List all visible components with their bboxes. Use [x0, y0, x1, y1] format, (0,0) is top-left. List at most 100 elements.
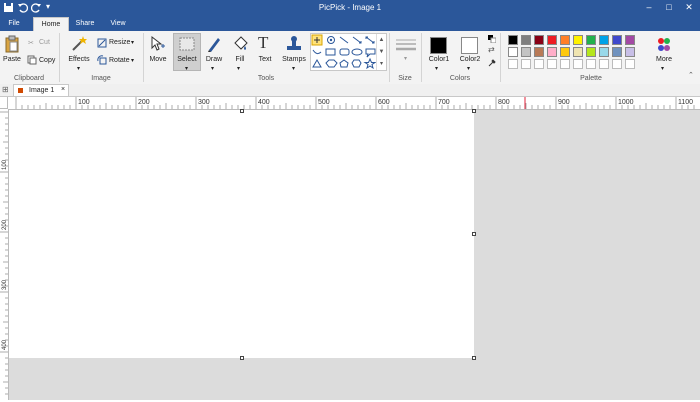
text-button[interactable]: Text — [254, 56, 276, 63]
copy-button[interactable]: Copy — [39, 57, 55, 64]
move-button[interactable]: Move — [146, 56, 170, 63]
stamps-button[interactable]: Stamps — [280, 56, 308, 63]
palette-swatch[interactable] — [586, 59, 596, 69]
paste-icon[interactable] — [4, 35, 20, 53]
close-button[interactable]: ✕ — [680, 0, 698, 16]
palette-swatch[interactable] — [612, 35, 622, 45]
ruler-tick-label: 700 — [438, 99, 450, 106]
fill-button[interactable]: Fill — [229, 56, 251, 63]
palette-swatch[interactable] — [625, 47, 635, 57]
ruler-tick-label: 400 — [2, 339, 8, 350]
palette-swatch[interactable] — [521, 35, 531, 45]
cut-button[interactable]: Cut — [39, 39, 50, 46]
rotate-icon — [97, 55, 107, 65]
size-dropdown-icon[interactable]: ▾ — [404, 55, 407, 62]
collapse-ribbon-icon[interactable]: ⌃ — [688, 71, 694, 79]
resize-handle-bottom[interactable] — [240, 356, 244, 360]
resize-icon — [97, 38, 107, 48]
palette-swatch[interactable] — [547, 47, 557, 57]
resize-handle-top-right[interactable] — [472, 109, 476, 113]
palette-swatch[interactable] — [534, 59, 544, 69]
document-tab-image1[interactable]: Image 1 × — [13, 84, 69, 96]
stamps-dropdown-icon: ▾ — [292, 66, 296, 72]
palette-swatch[interactable] — [508, 47, 518, 57]
resize-handle-right[interactable] — [472, 232, 476, 236]
effects-button[interactable]: Effects — [66, 56, 92, 63]
palette-swatch[interactable] — [573, 59, 583, 69]
palette-swatch[interactable] — [625, 35, 635, 45]
palette-swatch[interactable] — [586, 47, 596, 57]
shapes-gallery[interactable]: ▲ ▼ ▾ — [310, 33, 387, 71]
maximize-button[interactable]: □ — [660, 0, 678, 16]
palette-swatch[interactable] — [573, 35, 583, 45]
draw-button[interactable]: Draw — [203, 56, 225, 63]
color1-swatch[interactable] — [430, 37, 447, 54]
palette-swatch[interactable] — [599, 47, 609, 57]
ruler-tick-label: 600 — [378, 99, 390, 106]
tab-share[interactable]: Share — [70, 17, 100, 31]
ruler-tick-label: 300 — [2, 279, 8, 290]
select-dropdown-icon: ▾ — [185, 66, 189, 72]
palette-swatch[interactable] — [599, 35, 609, 45]
ribbon: Paste ✂ Cut Copy Clipboard Effects ▾ Res… — [0, 31, 700, 85]
stamps-icon[interactable] — [285, 35, 303, 53]
rotate-dropdown-icon[interactable]: ▾ — [131, 57, 134, 64]
palette-swatch[interactable] — [560, 35, 570, 45]
move-icon[interactable] — [150, 35, 166, 53]
text-icon[interactable]: T — [258, 33, 268, 53]
resize-dropdown-icon[interactable]: ▾ — [131, 39, 134, 46]
default-colors-icon[interactable] — [488, 35, 496, 43]
tab-file[interactable]: File — [2, 17, 26, 31]
more-colors-button[interactable]: More — [652, 56, 676, 63]
horizontal-ruler: 100 200 300 400 500 600 700 800 900 1000 1100 — [8, 97, 700, 110]
palette-swatch[interactable] — [586, 35, 596, 45]
color2-button[interactable]: Color2 — [456, 56, 484, 63]
ruler-tick-label: 1100 — [678, 99, 693, 106]
more-colors-icon[interactable] — [655, 36, 673, 54]
palette-swatch[interactable] — [560, 47, 570, 57]
color-picker-icon[interactable] — [488, 58, 496, 67]
minimize-button[interactable]: – — [640, 0, 658, 16]
effects-dropdown-icon: ▾ — [77, 66, 81, 72]
colors-group-label: Colors — [449, 75, 471, 82]
palette-swatch[interactable] — [521, 47, 531, 57]
palette-swatch[interactable] — [508, 59, 518, 69]
rotate-button[interactable]: Rotate — [109, 57, 130, 64]
resize-button[interactable]: Resize — [109, 39, 130, 46]
fill-icon[interactable] — [231, 35, 249, 53]
color1-button[interactable]: Color1 — [425, 56, 453, 63]
shapes-scroll[interactable]: ▲ ▼ ▾ — [376, 34, 386, 70]
resize-handle-top[interactable] — [240, 109, 244, 113]
select-button[interactable]: Select — [173, 56, 201, 63]
palette-swatch[interactable] — [612, 47, 622, 57]
palette-swatch[interactable] — [573, 47, 583, 57]
effects-icon[interactable] — [70, 35, 88, 53]
select-icon[interactable] — [179, 37, 195, 51]
palette-swatch[interactable] — [534, 47, 544, 57]
resize-handle-bottom-right[interactable] — [472, 356, 476, 360]
palette-swatch[interactable] — [599, 59, 609, 69]
color1-dropdown-icon: ▾ — [435, 66, 439, 72]
tab-view[interactable]: View — [103, 17, 133, 31]
palette-swatch[interactable] — [625, 59, 635, 69]
size-icon[interactable] — [396, 38, 416, 52]
copy-icon — [27, 55, 37, 65]
paste-button[interactable]: Paste — [2, 56, 22, 63]
swap-colors-icon[interactable]: ⇄ — [488, 45, 495, 54]
palette-swatch[interactable] — [547, 59, 557, 69]
palette-swatch[interactable] — [547, 35, 557, 45]
close-tab-icon[interactable]: × — [61, 86, 65, 93]
palette-swatch[interactable] — [560, 59, 570, 69]
draw-icon[interactable] — [206, 35, 222, 53]
ruler-tick-label: 200 — [138, 99, 150, 106]
tab-home[interactable]: Home — [33, 17, 69, 31]
palette-swatch[interactable] — [508, 35, 518, 45]
color2-swatch[interactable] — [461, 37, 478, 54]
image-doc-icon — [18, 88, 23, 93]
vertical-ruler: 100 200 300 400 — [0, 109, 9, 400]
image-canvas[interactable] — [9, 110, 474, 358]
palette-swatch[interactable] — [612, 59, 622, 69]
palette-swatch[interactable] — [521, 59, 531, 69]
palette-swatch[interactable] — [534, 35, 544, 45]
tab-list-icon[interactable]: ⊞ — [2, 85, 9, 94]
